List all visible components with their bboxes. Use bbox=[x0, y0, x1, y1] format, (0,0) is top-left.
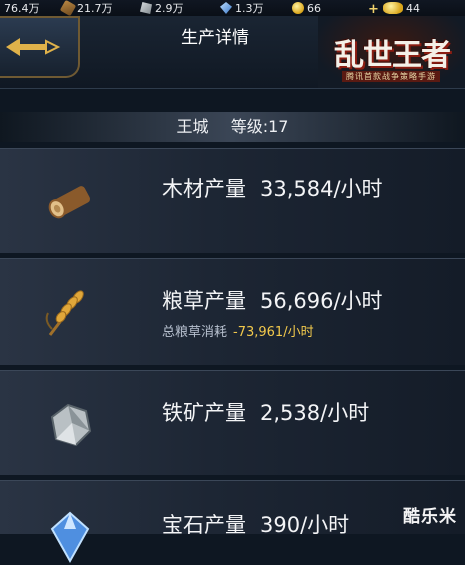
production-row-iron: 铁矿产量 2,538/小时 bbox=[0, 370, 465, 475]
grain-production-text: 粮草产量 56,696/小时 bbox=[162, 285, 383, 315]
wood-icon bbox=[59, 0, 77, 17]
coin-icon bbox=[292, 2, 304, 14]
gem-icon bbox=[220, 2, 232, 14]
gem-resource: 1.3万 bbox=[220, 0, 264, 16]
wood-rate: 33,584/小时 bbox=[260, 177, 383, 201]
production-row-wood: 木材产量 33,584/小时 bbox=[0, 148, 465, 253]
wood-label: 木材产量 bbox=[162, 177, 246, 201]
iron-icon bbox=[140, 2, 152, 14]
resource-bar: 76.4万 21.7万 2.9万 1.3万 66 + 44 bbox=[0, 0, 465, 18]
consume-value: -73,961/小时 bbox=[233, 325, 314, 340]
grain-label: 粮草产量 bbox=[162, 289, 246, 313]
iron-production-text: 铁矿产量 2,538/小时 bbox=[162, 397, 369, 427]
gem-production-text: 宝石产量 390/小时 bbox=[162, 509, 349, 539]
iron-label: 铁矿产量 bbox=[162, 401, 246, 425]
wood-log-icon bbox=[48, 186, 91, 219]
iron-resource: 2.9万 bbox=[140, 0, 184, 16]
iron-value: 2.9万 bbox=[155, 2, 184, 15]
coin-resource: 66 bbox=[292, 0, 321, 16]
food-value: 76.4万 bbox=[4, 2, 40, 15]
city-name: 王城 bbox=[176, 117, 209, 136]
gold-ingot-icon bbox=[383, 2, 403, 14]
game-logo: 乱世王者 腾讯首款战争策略手游 bbox=[318, 16, 465, 88]
add-icon[interactable]: + bbox=[368, 2, 380, 17]
production-row-grain: 粮草产量 56,696/小时 总粮草消耗 -73,961/小时 bbox=[0, 258, 465, 365]
grain-icon bbox=[45, 290, 84, 336]
gem-rate: 390/小时 bbox=[260, 513, 350, 537]
city-level-bar: 王城 等级:17 bbox=[0, 112, 465, 142]
grain-rate: 56,696/小时 bbox=[260, 289, 383, 313]
gem-icon bbox=[50, 511, 90, 564]
food-resource: 76.4万 bbox=[4, 0, 40, 16]
logo-subtitle: 腾讯首款战争策略手游 bbox=[342, 71, 440, 82]
page-title: 生产详情 bbox=[181, 28, 249, 48]
wood-production-text: 木材产量 33,584/小时 bbox=[162, 173, 383, 203]
production-row-gem: 宝石产量 390/小时 bbox=[0, 480, 465, 564]
watermark: 酷乐米 bbox=[403, 507, 457, 527]
arrow-back-icon bbox=[6, 38, 61, 56]
gem-value: 1.3万 bbox=[235, 2, 264, 15]
coin-value: 66 bbox=[307, 1, 321, 15]
grain-consumption: 总粮草消耗 -73,961/小时 bbox=[162, 321, 314, 340]
gem-label: 宝石产量 bbox=[162, 513, 246, 537]
wood-value: 21.7万 bbox=[77, 2, 113, 15]
wood-resource: 21.7万 bbox=[59, 0, 113, 17]
consume-label: 总粮草消耗 bbox=[162, 325, 228, 340]
back-button[interactable] bbox=[0, 16, 80, 78]
iron-rate: 2,538/小时 bbox=[260, 401, 370, 425]
city-level: 等级:17 bbox=[230, 117, 289, 136]
gold-resource[interactable]: + 44 bbox=[368, 0, 420, 18]
gold-value: 44 bbox=[406, 1, 420, 15]
iron-ore-icon bbox=[50, 403, 92, 447]
logo-title: 乱世王者 bbox=[334, 38, 451, 73]
header: 生产详情 乱世王者 腾讯首款战争策略手游 bbox=[0, 16, 465, 89]
